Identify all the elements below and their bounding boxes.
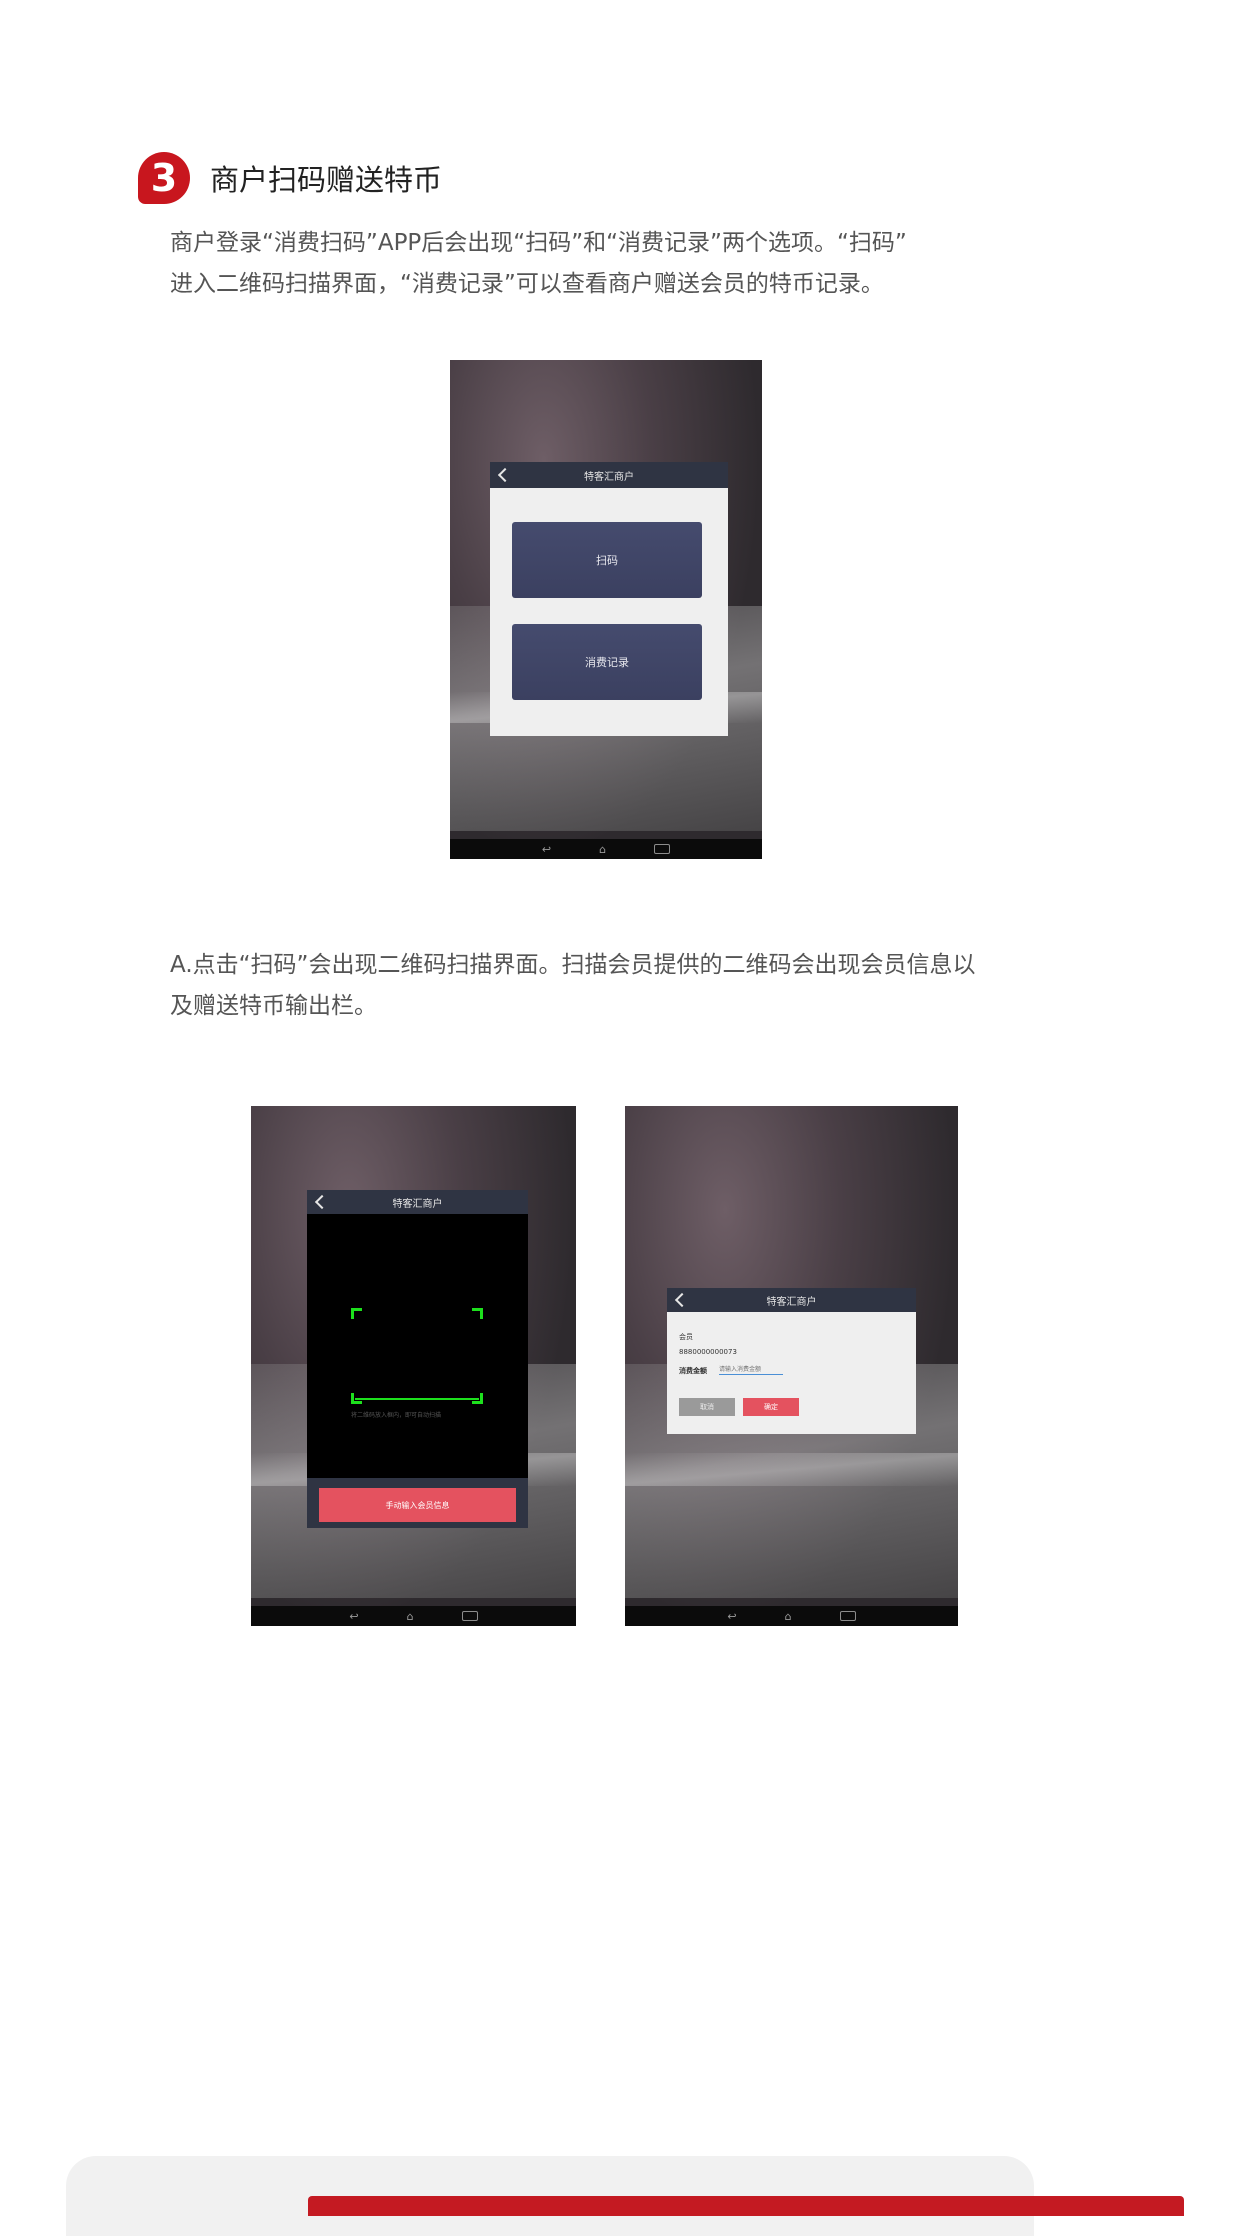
step-a-paragraph: A.点击“扫码”会出现二维码扫描界面。扫描会员提供的二维码会出现会员信息以 及赠… [170,945,1070,1027]
intro-line-2: 进入二维码扫描界面，“消费记录”可以查看商户赠送会员的特币记录。 [170,271,884,297]
back-nav-icon[interactable]: ↩ [727,1610,736,1623]
amount-input[interactable] [719,1364,783,1375]
dialog-title-bar: 特客汇商户 [490,462,728,488]
section-number-badge: 3 [138,152,190,204]
amount-label: 消费金额 [679,1367,707,1375]
back-arrow-icon[interactable] [314,1194,330,1210]
step-a-line-1: A.点击“扫码”会出现二维码扫描界面。扫描会员提供的二维码会出现会员信息以 [170,952,976,978]
recent-apps-icon[interactable] [461,1611,478,1621]
scan-frame [351,1308,483,1404]
back-arrow-icon[interactable] [674,1292,690,1308]
home-nav-icon[interactable]: ⌂ [785,1610,792,1623]
scan-footer: 手动输入会员信息 [307,1478,528,1528]
footer-red-bar [308,2196,1184,2216]
section-title: 商户扫码赠送特币 [210,163,443,197]
back-arrow-icon[interactable] [497,467,513,483]
member-label: 会员 [679,1333,693,1341]
recent-apps-icon[interactable] [839,1611,856,1621]
home-nav-icon[interactable]: ⌂ [407,1610,414,1623]
android-nav-bar: ↩ ⌂ [251,1606,576,1626]
dialog-title: 特客汇商户 [392,1198,443,1210]
scan-button[interactable]: 扫码 [512,522,702,598]
dialog-title: 特客汇商户 [584,471,634,483]
member-screenshot: 特客汇商户 会员 8880000000073 消费金额 取消 确定 ↩ ⌂ [625,1106,958,1626]
android-nav-bar: ↩ ⌂ [450,839,762,859]
scan-corner-top-left [351,1308,362,1319]
scan-dialog: 特客汇商户 将二维码放入框内，即可自动扫描 手动输入会员信息 [307,1190,528,1528]
scan-corner-top-right [472,1308,483,1319]
scan-hint: 将二维码放入框内，即可自动扫描 [351,1412,442,1419]
menu-dialog: 特客汇商户 扫码 消费记录 [490,462,728,736]
step-a-line-2: 及赠送特币输出栏。 [170,993,377,1019]
home-nav-icon[interactable]: ⌂ [599,843,606,856]
dialog-title: 特客汇商户 [766,1296,817,1308]
recent-apps-icon[interactable] [654,844,671,854]
cancel-button[interactable]: 取消 [679,1398,735,1416]
dialog-title-bar: 特客汇商户 [307,1190,528,1214]
scan-line [355,1398,479,1400]
back-nav-icon[interactable]: ↩ [542,843,551,856]
member-id: 8880000000073 [679,1348,737,1356]
scan-screenshot: 特客汇商户 将二维码放入框内，即可自动扫描 手动输入会员信息 ↩ ⌂ [251,1106,576,1626]
consumption-record-button[interactable]: 消费记录 [512,624,702,700]
manual-input-button[interactable]: 手动输入会员信息 [319,1488,516,1522]
menu-screenshot: 特客汇商户 扫码 消费记录 ↩ ⌂ [450,360,762,859]
confirm-button[interactable]: 确定 [743,1398,799,1416]
dialog-title-bar: 特客汇商户 [667,1288,916,1312]
android-nav-bar: ↩ ⌂ [625,1606,958,1626]
back-nav-icon[interactable]: ↩ [349,1610,358,1623]
member-dialog: 特客汇商户 会员 8880000000073 消费金额 取消 确定 [667,1288,916,1434]
intro-line-1: 商户登录“消费扫码”APP后会出现“扫码”和“消费记录”两个选项。“扫码” [170,230,907,256]
intro-paragraph: 商户登录“消费扫码”APP后会出现“扫码”和“消费记录”两个选项。“扫码” 进入… [170,223,1070,305]
